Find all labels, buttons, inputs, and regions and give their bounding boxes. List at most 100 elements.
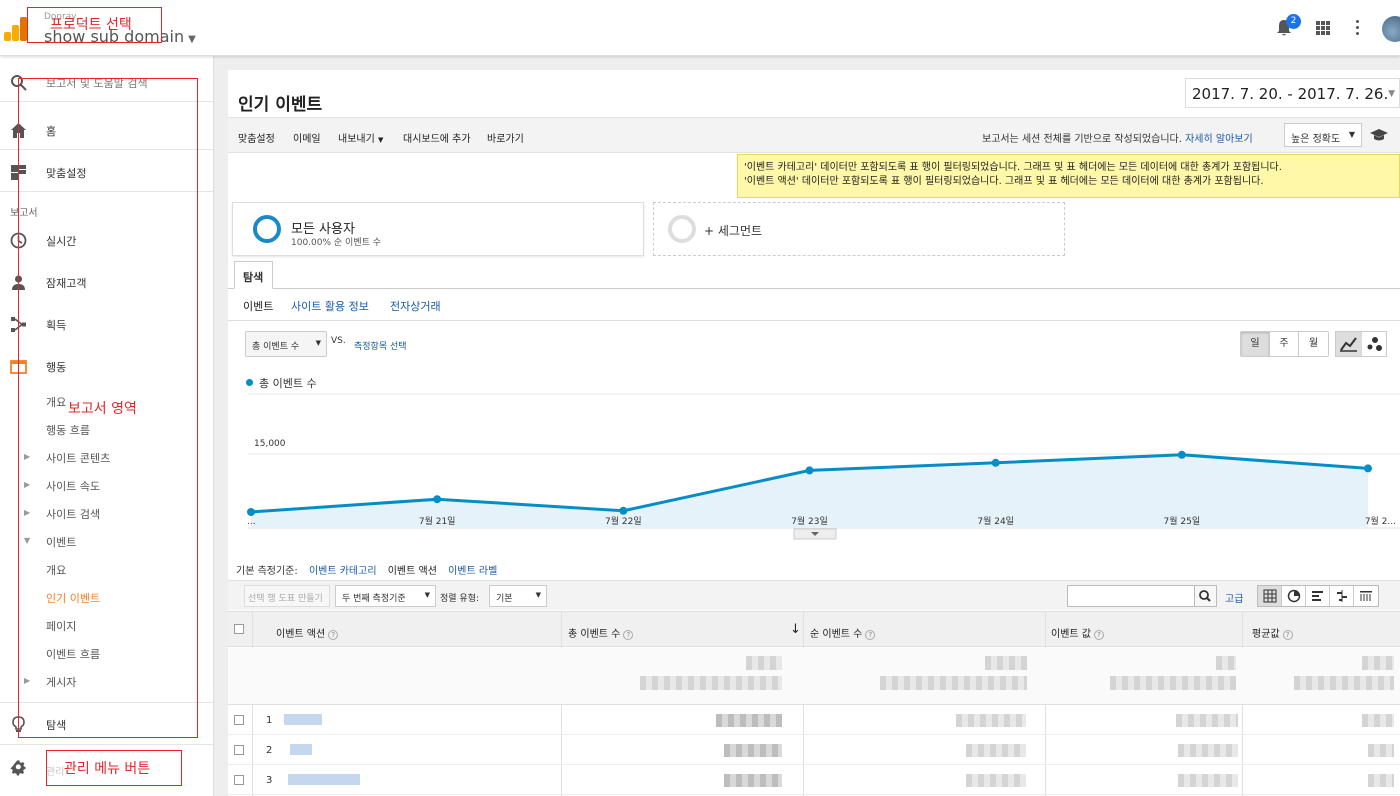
avatar[interactable] xyxy=(1382,16,1400,42)
blurred-value xyxy=(724,744,782,757)
subtab-site-usage[interactable]: 사이트 활용 정보 xyxy=(291,298,369,314)
chart-data-point xyxy=(619,506,628,515)
select-all-checkbox[interactable] xyxy=(234,624,244,634)
advanced-filter-link[interactable]: 고급 xyxy=(1225,590,1243,605)
dimension-event-category[interactable]: 이벤트 카테고리 xyxy=(309,566,377,577)
graduation-cap-icon[interactable] xyxy=(1370,128,1388,142)
tab-divider xyxy=(228,288,1400,289)
period-toggle: 일 주 월 xyxy=(1240,331,1329,357)
date-range-picker[interactable]: 2017. 7. 20. - 2017. 7. 26. ▼ xyxy=(1185,78,1400,108)
blurred-value xyxy=(1362,656,1394,670)
chart-x-tick-label: 7월 25일 xyxy=(1164,515,1201,527)
col-header-event-value[interactable]: 이벤트 값? xyxy=(1051,625,1104,640)
events-line-chart[interactable]: 30,00015,000...7월 21일7월 22일7월 23일7월 24일7… xyxy=(228,392,1400,542)
col-header-total-events[interactable]: 총 이벤트 수? xyxy=(568,625,634,640)
pie-view-button[interactable] xyxy=(1282,586,1306,606)
table-search-button[interactable] xyxy=(1194,586,1216,606)
line-chart-button[interactable] xyxy=(1336,332,1362,356)
learn-more-link[interactable]: 자세히 알아보기 xyxy=(1185,134,1253,145)
warning-line-2: '이벤트 액션' 데이터만 포함되도록 표 행이 필터링되었습니다. 그래프 및… xyxy=(744,176,1264,187)
motion-chart-button[interactable] xyxy=(1362,332,1388,356)
row-checkbox[interactable] xyxy=(234,715,244,725)
legend-dot-icon xyxy=(246,379,253,386)
secondary-dimension-select[interactable]: 두 번째 측정기준 ▼ xyxy=(335,585,436,607)
email-button[interactable]: 이메일 xyxy=(293,130,321,145)
add-segment-button[interactable]: + 세그먼트 xyxy=(653,202,1065,256)
segment-all-users[interactable]: 모든 사용자 100.00% 순 이벤트 수 xyxy=(232,202,644,256)
metric-value: 총 이벤트 수 xyxy=(252,342,300,352)
row-checkbox[interactable] xyxy=(234,775,244,785)
period-day-button[interactable]: 일 xyxy=(1241,332,1270,356)
col-header-label: 이벤트 액션 xyxy=(276,629,326,640)
row-number: 1 xyxy=(266,715,273,726)
shortcut-button[interactable]: 바로가기 xyxy=(487,130,524,145)
subtab-ecommerce[interactable]: 전자상거래 xyxy=(390,298,441,314)
help-icon[interactable]: ? xyxy=(1282,630,1293,640)
row-checkbox[interactable] xyxy=(234,745,244,755)
more-vert-icon[interactable] xyxy=(1356,20,1360,36)
dimension-event-label[interactable]: 이벤트 라벨 xyxy=(448,566,497,577)
chart-data-point xyxy=(1177,450,1186,459)
help-icon[interactable]: ? xyxy=(1093,630,1104,640)
chart-x-tick-label: 7월 23일 xyxy=(791,515,828,527)
sort-type-select[interactable]: 기본 ▼ xyxy=(489,585,547,607)
chevron-down-icon: ▼ xyxy=(535,591,541,599)
col-header-event-action[interactable]: 이벤트 액션? xyxy=(276,625,339,640)
precision-select[interactable]: 높은 정확도 ▼ xyxy=(1284,123,1362,147)
period-week-button[interactable]: 주 xyxy=(1270,332,1299,356)
sampling-note-text: 보고서는 세션 전체를 기반으로 작성되었습니다. xyxy=(982,134,1182,145)
help-icon[interactable]: ? xyxy=(328,630,339,640)
line-chart-icon xyxy=(1340,337,1357,352)
report-main: 인기 이벤트 2017. 7. 20. - 2017. 7. 26. ▼ 맞춤설… xyxy=(228,70,1400,796)
plot-rows-button[interactable]: 선택 행 도표 만들기 xyxy=(244,585,330,607)
chart-data-point xyxy=(433,495,442,504)
chevron-down-icon: ▼ xyxy=(1388,89,1395,99)
data-table-view-button[interactable] xyxy=(1258,586,1282,606)
col-header-label: 이벤트 값 xyxy=(1051,629,1091,640)
chevron-down-icon: ▼ xyxy=(378,136,384,144)
help-icon[interactable]: ? xyxy=(623,630,634,640)
col-header-avg-value[interactable]: 평균값? xyxy=(1252,625,1293,640)
performance-view-button[interactable] xyxy=(1306,586,1330,606)
blurred-value xyxy=(724,774,782,787)
legend-label: 총 이벤트 수 xyxy=(259,377,317,390)
col-header-unique-events[interactable]: 순 이벤트 수? xyxy=(810,625,876,640)
blurred-value xyxy=(640,676,782,690)
notification-count-badge[interactable]: 2 xyxy=(1286,14,1301,29)
subtab-divider xyxy=(228,320,1400,321)
blurred-value xyxy=(956,714,1026,727)
tab-explore[interactable]: 탐색 xyxy=(234,261,273,289)
chart-x-tick-label: 7월 22일 xyxy=(605,515,642,527)
blurred-value xyxy=(985,656,1027,670)
table-search-input[interactable] xyxy=(1067,585,1217,607)
dimension-event-action[interactable]: 이벤트 액션 xyxy=(388,566,437,577)
table-row[interactable]: 3 xyxy=(228,766,1400,795)
page-title: 인기 이벤트 xyxy=(238,95,323,115)
warning-line-1: '이벤트 카테고리' 데이터만 포함되도록 표 행이 필터링되었습니다. 그래프… xyxy=(744,162,1282,173)
chart-x-tick-label: 7월 2... xyxy=(1365,515,1396,527)
add-to-dashboard-button[interactable]: 대시보드에 추가 xyxy=(403,130,471,145)
event-action-link[interactable] xyxy=(290,744,312,755)
comparison-view-button[interactable] xyxy=(1330,586,1354,606)
event-action-link[interactable] xyxy=(288,774,360,785)
compare-metric-link[interactable]: 측정항목 선택 xyxy=(354,339,407,352)
table-row[interactable]: 2 xyxy=(228,736,1400,765)
table-view-toggle xyxy=(1257,585,1379,607)
metric-select[interactable]: 총 이벤트 수 ▼ xyxy=(245,331,327,357)
pivot-view-button[interactable] xyxy=(1354,586,1378,606)
customize-button[interactable]: 맞춤설정 xyxy=(238,130,275,145)
blurred-value xyxy=(1176,714,1238,727)
comparison-icon xyxy=(1337,590,1347,602)
help-icon[interactable]: ? xyxy=(865,630,876,640)
table-row[interactable]: 1 xyxy=(228,706,1400,735)
event-action-link[interactable] xyxy=(284,714,322,725)
period-month-button[interactable]: 월 xyxy=(1299,332,1328,356)
sort-descending-arrow-icon[interactable]: ↓ xyxy=(790,622,801,637)
chart-data-point xyxy=(991,458,1000,467)
analytics-logo-icon[interactable] xyxy=(4,17,28,41)
apps-grid-icon[interactable] xyxy=(1316,21,1330,35)
export-label: 내보내기 xyxy=(338,134,375,145)
export-button[interactable]: 내보내기 ▼ xyxy=(338,130,383,145)
precision-value: 높은 정확도 xyxy=(1291,134,1341,145)
subtab-events[interactable]: 이벤트 xyxy=(243,298,273,314)
